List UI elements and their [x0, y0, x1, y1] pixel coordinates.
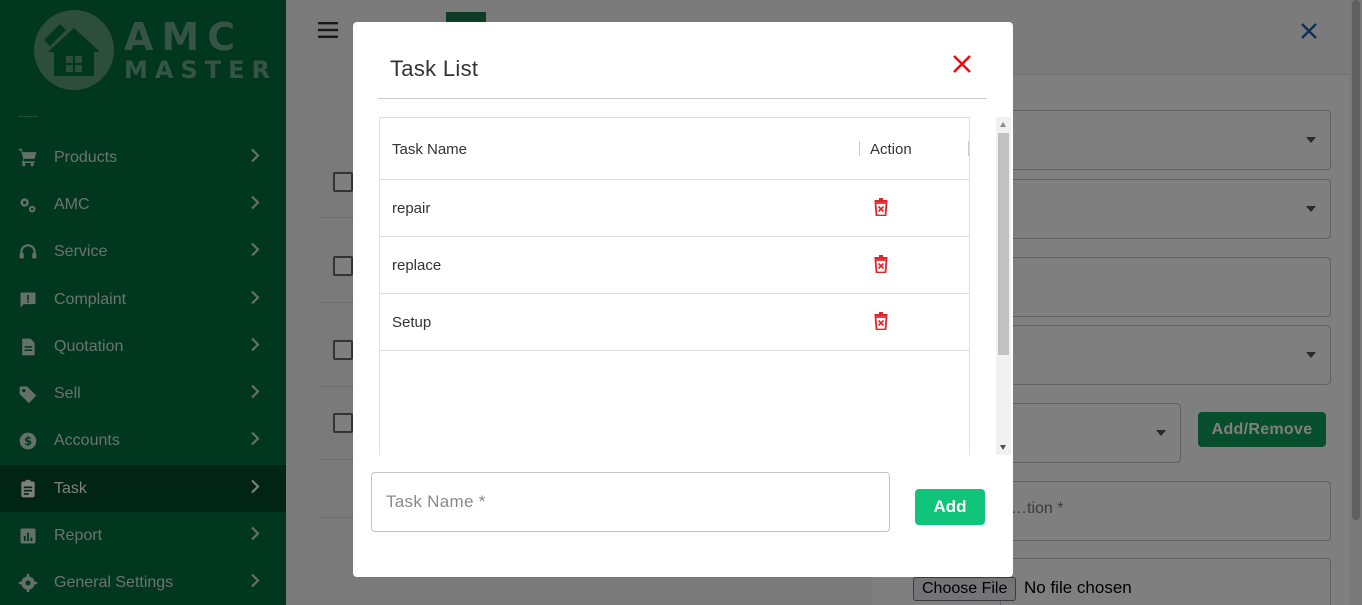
column-header-task-name[interactable]: Task Name [392, 141, 467, 158]
delete-icon[interactable] [874, 198, 888, 221]
scrollbar-thumb[interactable] [998, 133, 1009, 355]
task-table: Task Name Action repair replace Setup [379, 117, 970, 455]
table-row[interactable]: replace [380, 237, 969, 294]
task-list-modal: Task List Task Name Action repair replac… [353, 22, 1013, 577]
table-row[interactable]: Setup [380, 294, 969, 351]
add-task-button[interactable]: Add [915, 489, 985, 525]
column-separator[interactable] [859, 141, 860, 156]
close-icon[interactable] [951, 53, 973, 80]
table-header: Task Name Action [380, 118, 969, 180]
task-name-cell: repair [392, 200, 431, 217]
delete-icon[interactable] [874, 312, 888, 335]
task-name-cell: replace [392, 257, 442, 274]
task-name-input[interactable] [371, 472, 890, 532]
scroll-up-arrow-icon[interactable] [1000, 122, 1006, 127]
scroll-down-arrow-icon[interactable] [1000, 445, 1006, 450]
task-name-cell: Setup [392, 314, 432, 331]
table-scrollbar[interactable] [996, 117, 1011, 455]
modal-divider [378, 98, 987, 99]
modal-title: Task List [390, 56, 479, 81]
table-row[interactable]: repair [380, 180, 969, 237]
delete-icon[interactable] [874, 255, 888, 278]
column-header-action[interactable]: Action [870, 141, 912, 158]
column-separator[interactable] [968, 141, 969, 156]
